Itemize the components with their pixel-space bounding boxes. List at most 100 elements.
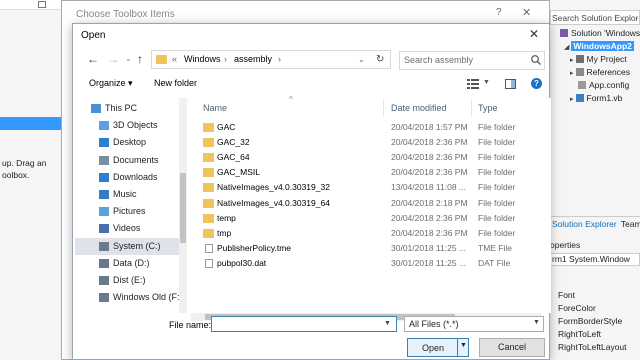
tree-item-my-project[interactable]: ▸ My Project xyxy=(570,53,627,67)
file-row[interactable]: NativeImages_v4.0.30319_32 13/04/2018 11:… xyxy=(191,180,541,195)
property-righttoleftlayout[interactable]: RightToLeftLayout xyxy=(558,342,627,352)
nav-item[interactable]: Dist (E:) xyxy=(75,272,179,289)
nav-item[interactable]: Windows Old (F: xyxy=(75,289,180,306)
search-input[interactable] xyxy=(404,55,524,65)
scrollbar-thumb[interactable] xyxy=(180,173,186,243)
tab-solution-explorer[interactable]: Solution Explorer xyxy=(550,217,619,231)
help-icon[interactable]: ? xyxy=(496,7,502,18)
file-date: 20/04/2018 2:18 PM xyxy=(391,197,468,208)
nav-item[interactable]: Desktop xyxy=(75,134,179,151)
file-row[interactable]: GAC_MSIL 20/04/2018 2:36 PM File folder xyxy=(191,165,541,180)
folder-icon xyxy=(203,153,214,163)
column-header-date[interactable]: Date modified xyxy=(391,98,447,118)
maximize-icon[interactable] xyxy=(38,1,46,8)
search-icon[interactable] xyxy=(530,54,542,66)
cancel-button[interactable]: Cancel xyxy=(479,338,545,357)
column-header-name[interactable]: Name xyxy=(203,98,227,118)
organize-button[interactable]: Organize ▾ xyxy=(89,78,133,89)
drive-icon xyxy=(99,276,109,285)
forward-arrow-icon[interactable]: → xyxy=(107,52,119,66)
property-font[interactable]: Font xyxy=(558,290,575,300)
chevron-down-icon[interactable]: ▼ xyxy=(384,320,391,327)
breadcrumb-separator[interactable]: › xyxy=(278,54,281,64)
nav-item[interactable]: Data (D:) xyxy=(75,255,179,272)
refresh-icon[interactable]: ↻ xyxy=(376,54,384,65)
file-row[interactable]: PublisherPolicy.tme 30/01/2018 11:25 ... T… xyxy=(191,241,541,256)
tree-item-app-config[interactable]: App.config xyxy=(578,79,629,91)
file-type-select[interactable]: All Files (*.*) ▼ xyxy=(404,316,544,332)
column-header-type[interactable]: Type xyxy=(478,98,498,118)
file-name-input[interactable] xyxy=(215,319,380,329)
tree-item-references[interactable]: ▸ References xyxy=(570,66,630,80)
close-icon[interactable]: ✕ xyxy=(522,6,531,19)
pictures-icon xyxy=(99,207,109,217)
breadcrumb-assembly[interactable]: assembly xyxy=(234,54,272,64)
file-date: 13/04/2018 11:08 ... xyxy=(391,182,466,193)
column-divider[interactable] xyxy=(383,100,384,116)
project-node[interactable]: ◢ WindowsApp2 xyxy=(564,40,634,54)
folder-icon xyxy=(203,183,214,193)
new-folder-button[interactable]: New folder xyxy=(154,78,197,88)
references-icon xyxy=(575,68,584,76)
help-icon[interactable]: ? xyxy=(531,78,542,89)
nav-item[interactable]: 3D Objects xyxy=(75,117,179,134)
breadcrumb-separator[interactable]: › xyxy=(224,54,227,64)
expand-caret-icon[interactable]: ◢ xyxy=(564,44,569,51)
file-row[interactable]: GAC_32 20/04/2018 2:36 PM File folder xyxy=(191,135,541,150)
file-row[interactable]: temp 20/04/2018 2:36 PM File folder xyxy=(191,211,541,226)
command-bar: Organize ▾ New folder ▼ ? xyxy=(73,74,551,94)
close-icon[interactable]: ✕ xyxy=(529,27,539,41)
column-divider[interactable] xyxy=(471,100,472,116)
file-date: 20/04/2018 2:36 PM xyxy=(391,167,468,178)
file-row[interactable]: NativeImages_v4.0.30319_64 20/04/2018 2:1… xyxy=(191,196,541,211)
drive-icon xyxy=(99,241,109,251)
properties-object-selector[interactable]: rm1 System.Window xyxy=(550,253,640,266)
view-options-icon[interactable] xyxy=(467,79,479,89)
file-row[interactable]: GAC_64 20/04/2018 2:36 PM File folder xyxy=(191,150,541,165)
open-button[interactable]: Open ▼ xyxy=(407,338,469,357)
collapse-caret-icon[interactable]: ▸ xyxy=(570,70,574,77)
address-bar[interactable]: « Windows › assembly › ⌄ ↻ xyxy=(151,50,391,69)
breadcrumb-overflow[interactable]: « xyxy=(172,54,177,64)
nav-item[interactable]: Downloads xyxy=(75,169,179,186)
nav-item[interactable]: Videos xyxy=(75,220,179,237)
nav-item[interactable]: This PC xyxy=(75,100,179,117)
address-row: ← → ⌄ ↑ « Windows › assembly › ⌄ ↻ xyxy=(73,48,551,72)
solution-icon xyxy=(560,29,568,37)
nav-item[interactable]: Documents xyxy=(75,152,179,169)
file-type: File folder xyxy=(478,227,516,238)
property-formborderstyle[interactable]: FormBorderStyle xyxy=(558,316,622,326)
preview-pane-icon[interactable] xyxy=(505,79,516,89)
nav-item[interactable]: Music xyxy=(75,186,179,203)
breadcrumb-windows[interactable]: Windows xyxy=(184,54,221,64)
file-name-field[interactable]: ▼ xyxy=(211,316,397,332)
view-dropdown-icon[interactable]: ▼ xyxy=(483,79,490,86)
back-arrow-icon[interactable]: ← xyxy=(87,52,99,66)
tab-team[interactable]: Team xyxy=(619,217,640,231)
property-righttoleft[interactable]: RightToLeft xyxy=(558,329,601,339)
nav-item-label: Windows Old (F: xyxy=(113,292,180,303)
property-forecolor[interactable]: ForeColor xyxy=(558,303,596,313)
recent-locations-icon[interactable]: ⌄ xyxy=(125,54,132,63)
up-arrow-icon[interactable]: ↑ xyxy=(137,52,143,66)
file-row[interactable]: pubpol30.dat 30/01/2018 11:25 ... DAT File xyxy=(191,256,541,271)
tree-item-form1[interactable]: ▸ Form1.vb xyxy=(570,92,622,106)
nav-item[interactable]: System (C:) xyxy=(75,237,179,255)
file-name: GAC_64 xyxy=(217,152,250,163)
address-dropdown-icon[interactable]: ⌄ xyxy=(358,55,365,64)
search-field[interactable] xyxy=(399,51,545,70)
file-row[interactable]: GAC 20/04/2018 1:57 PM File folder xyxy=(191,120,541,135)
vertical-scrollbar[interactable] xyxy=(543,98,551,313)
solution-node[interactable]: Solution 'Windows xyxy=(560,27,640,39)
navigation-scrollbar[interactable] xyxy=(179,98,187,313)
nav-item-label: This PC xyxy=(105,103,138,113)
nav-item-label: Music xyxy=(113,189,137,199)
collapse-caret-icon[interactable]: ▸ xyxy=(570,96,574,103)
collapse-caret-icon[interactable]: ▸ xyxy=(570,57,574,64)
nav-item[interactable]: Pictures xyxy=(75,203,179,220)
chevron-down-icon[interactable]: ▼ xyxy=(533,319,540,326)
solution-explorer-search[interactable]: Search Solution Explore xyxy=(550,10,640,25)
chevron-down-icon[interactable]: ▼ xyxy=(460,342,467,349)
toolbox-hint-text: up. Drag an oolbox. xyxy=(2,158,47,180)
file-row[interactable]: tmp 20/04/2018 2:36 PM File folder xyxy=(191,226,541,241)
